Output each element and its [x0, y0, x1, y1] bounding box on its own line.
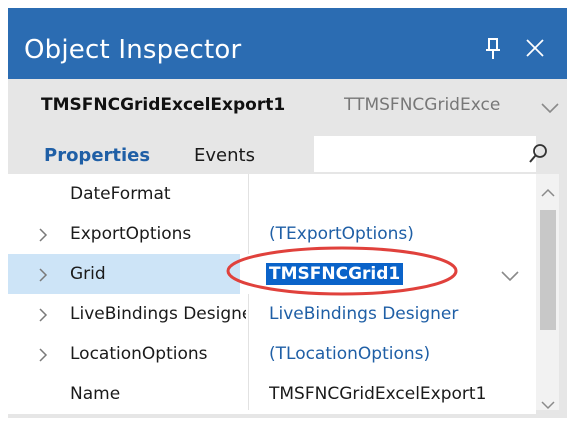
expand-arrow-button[interactable] [38, 307, 48, 322]
chevron-right-icon [39, 308, 48, 322]
property-name: DateFormat [70, 184, 171, 204]
scrollbar-thumb[interactable] [540, 210, 556, 330]
property-value[interactable]: (TExportOptions) [269, 224, 539, 244]
tab-properties[interactable]: Properties [44, 145, 150, 166]
search-button[interactable] [528, 143, 548, 165]
pin-button[interactable] [485, 36, 503, 62]
property-name: Name [70, 384, 121, 404]
property-value[interactable]: LiveBindings Designer [269, 304, 539, 324]
property-name: LiveBindings Designer [70, 304, 246, 324]
chevron-down-icon [541, 103, 559, 114]
close-button[interactable] [524, 37, 546, 59]
property-value[interactable]: (TLocationOptions) [269, 344, 539, 364]
chevron-down-icon [541, 401, 555, 410]
property-row-grid[interactable]: Grid TMSFNCGrid1 [8, 254, 536, 294]
object-type: TTMSFNCGridExce [344, 95, 501, 115]
scroll-down-button[interactable] [540, 396, 556, 410]
chevron-right-icon [39, 228, 48, 242]
object-name: TMSFNCGridExcelExport1 [41, 95, 286, 115]
chevron-right-icon [39, 348, 48, 362]
chevron-down-icon [501, 271, 519, 282]
chevron-up-icon [541, 188, 555, 197]
property-name: ExportOptions [70, 224, 192, 244]
chevron-right-icon [39, 268, 48, 282]
search-input[interactable] [314, 136, 536, 172]
property-name: LocationOptions [70, 344, 208, 364]
property-value[interactable]: TMSFNCGridExcelExport1 [269, 384, 539, 404]
scroll-up-button[interactable] [540, 184, 556, 197]
grid-value-selected-text[interactable]: TMSFNCGrid1 [266, 263, 404, 285]
property-row-dateformat[interactable]: DateFormat [8, 174, 536, 214]
expand-arrow-button[interactable] [38, 267, 48, 282]
expand-arrow-button[interactable] [38, 227, 48, 242]
property-row-livebindings[interactable]: LiveBindings Designer LiveBindings Desig… [8, 294, 536, 334]
window-title: Object Inspector [24, 35, 242, 65]
close-icon [526, 39, 544, 57]
property-name: Grid [70, 264, 106, 284]
grid-value-dropdown-button[interactable] [500, 268, 520, 282]
title-bar: Object Inspector [8, 8, 567, 79]
property-row-locationoptions[interactable]: LocationOptions (TLocationOptions) [8, 334, 536, 374]
property-row-exportoptions[interactable]: ExportOptions (TExportOptions) [8, 214, 536, 254]
expand-arrow-button[interactable] [38, 347, 48, 362]
pin-icon [486, 38, 500, 59]
search-icon [529, 144, 547, 163]
object-dropdown-button[interactable] [540, 100, 560, 114]
tab-events[interactable]: Events [194, 145, 255, 166]
property-row-name[interactable]: Name TMSFNCGridExcelExport1 [8, 374, 536, 410]
